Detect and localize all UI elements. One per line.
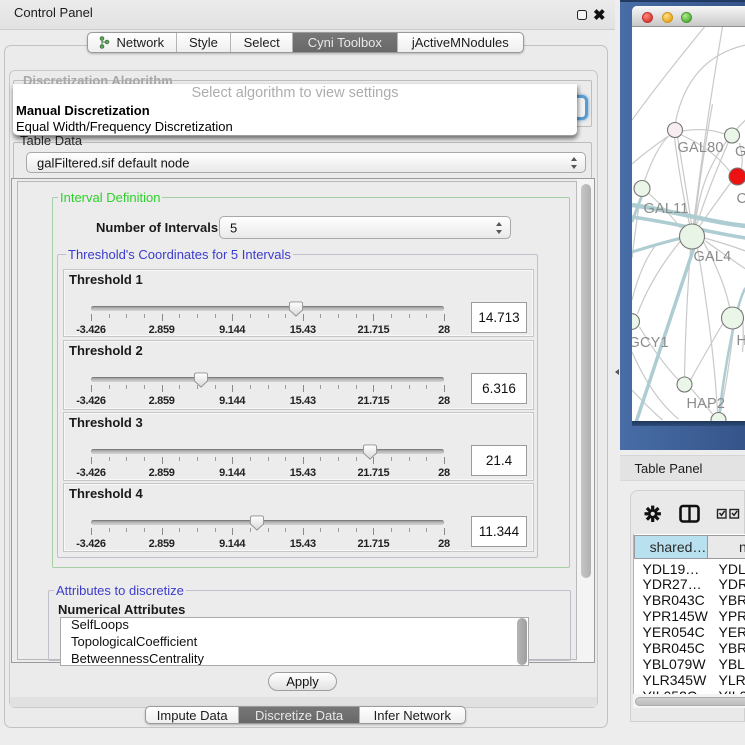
svg-text:C: C	[736, 191, 745, 207]
svg-text:H: H	[736, 333, 745, 349]
svg-text:HAP2: HAP2	[686, 396, 725, 412]
svg-text:GAL11: GAL11	[643, 201, 688, 217]
svg-text:GAL80: GAL80	[677, 140, 723, 156]
svg-text:GA: GA	[735, 144, 745, 160]
svg-text:GCY1: GCY1	[632, 335, 669, 351]
svg-text:GAL4: GAL4	[693, 249, 731, 265]
